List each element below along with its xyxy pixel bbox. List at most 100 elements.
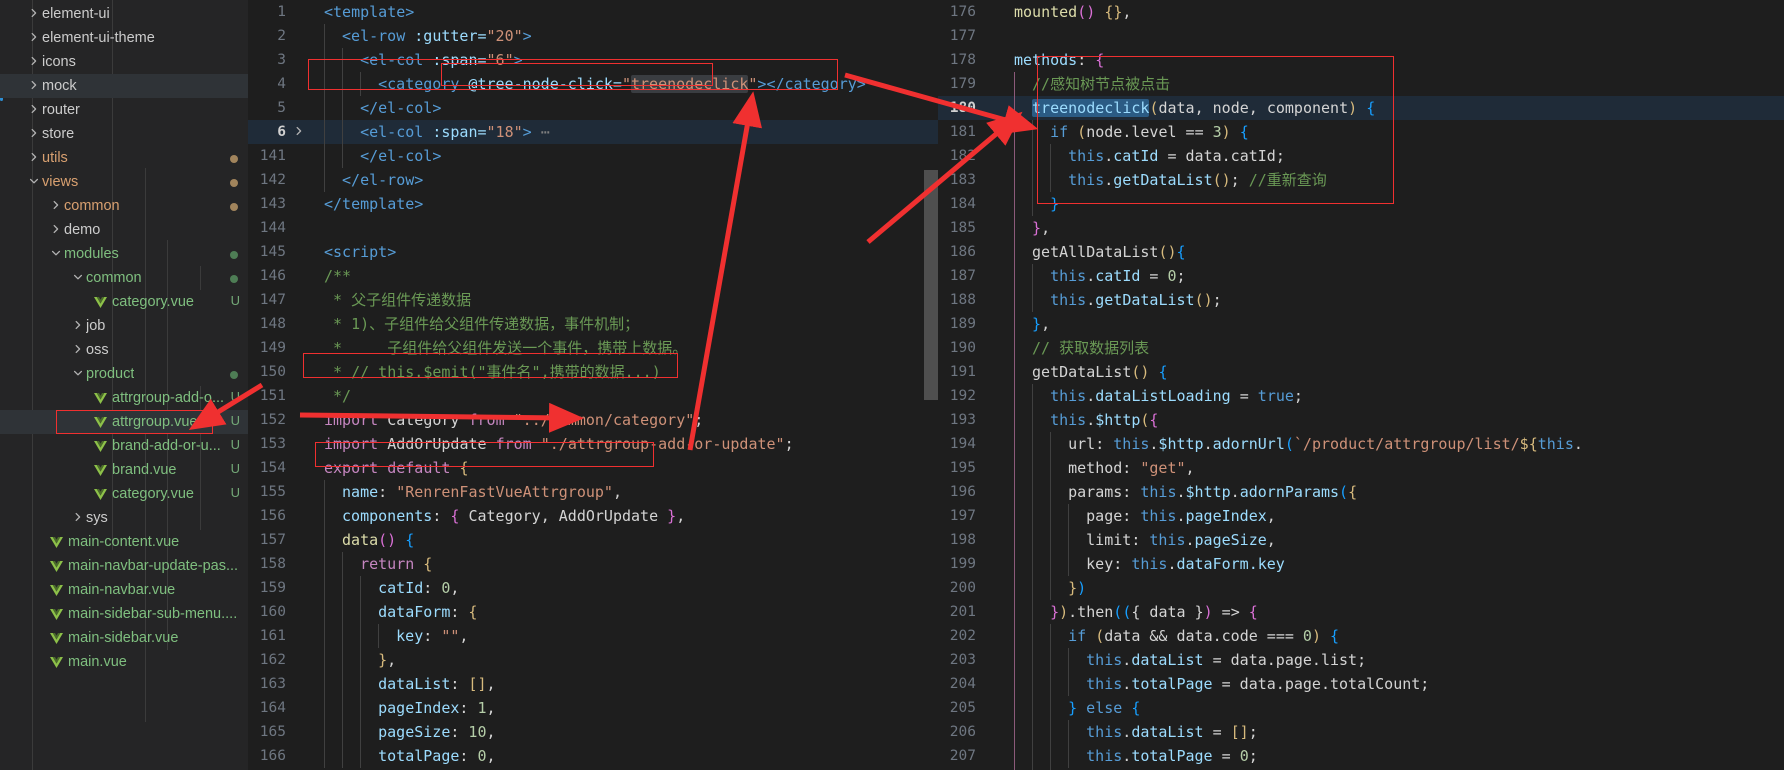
scrollbar-thumb[interactable]: [924, 170, 938, 400]
chevron-right-icon[interactable]: [70, 512, 86, 522]
code-line[interactable]: 206 this.dataList = [];: [938, 720, 1784, 744]
chevron-right-icon[interactable]: [26, 152, 42, 162]
code-line[interactable]: 177: [938, 24, 1784, 48]
left-editor-scrollbar[interactable]: [924, 0, 938, 770]
explorer-item-attrgroup-add-o-[interactable]: attrgroup-add-o... U: [0, 386, 248, 410]
code-line[interactable]: 190 // 获取数据列表: [938, 336, 1784, 360]
code-line[interactable]: 141 </el-col>: [248, 144, 938, 168]
code-line[interactable]: 150 * // this.$emit("事件名",携带的数据...): [248, 360, 938, 384]
code-line[interactable]: 155 name: "RenrenFastVueAttrgroup",: [248, 480, 938, 504]
code-line[interactable]: 181 if (node.level == 3) {: [938, 120, 1784, 144]
code-line[interactable]: 148 * 1)、子组件给父组件传递数据，事件机制；: [248, 312, 938, 336]
chevron-down-icon[interactable]: [70, 368, 86, 378]
explorer-item-store[interactable]: store: [0, 122, 248, 146]
editor-pane-right[interactable]: 176 mounted() {}, 177 178 methods: {179//感知树…: [938, 0, 1784, 770]
explorer-item-main-content-vue[interactable]: main-content.vue: [0, 530, 248, 554]
fold-chevron-icon[interactable]: [292, 120, 306, 144]
code-line[interactable]: 165 pageSize: 10,: [248, 720, 938, 744]
explorer-item-modules[interactable]: modules: [0, 242, 248, 266]
chevron-right-icon[interactable]: [26, 32, 42, 42]
code-line[interactable]: 166 totalPage: 0,: [248, 744, 938, 768]
code-line[interactable]: 149 * 子组件给父组件发送一个事件，携带上数据。: [248, 336, 938, 360]
chevron-down-icon[interactable]: [48, 248, 64, 258]
explorer-item-brand-vue[interactable]: brand.vue U: [0, 458, 248, 482]
code-line[interactable]: 201}).then(({ data }) => {: [938, 600, 1784, 624]
code-line[interactable]: 199 key: this.dataForm.key: [938, 552, 1784, 576]
code-line[interactable]: 154 export default {: [248, 456, 938, 480]
explorer-item-demo[interactable]: demo: [0, 218, 248, 242]
explorer-item-main-navbar-update-pas-[interactable]: main-navbar-update-pas...: [0, 554, 248, 578]
explorer-item-element-ui[interactable]: element-ui: [0, 2, 248, 26]
chevron-right-icon[interactable]: [26, 56, 42, 66]
code-line[interactable]: 5 </el-col>: [248, 96, 938, 120]
code-line[interactable]: 145 <script>: [248, 240, 938, 264]
code-line[interactable]: 178 methods: {: [938, 48, 1784, 72]
explorer-sidebar[interactable]: element-ui element-ui-theme icons mock route…: [0, 0, 248, 770]
explorer-item-element-ui-theme[interactable]: element-ui-theme: [0, 26, 248, 50]
code-line[interactable]: 156 components: { Category, AddOrUpdate }…: [248, 504, 938, 528]
explorer-item-main-vue[interactable]: main.vue: [0, 650, 248, 674]
code-line[interactable]: 163 dataList: [],: [248, 672, 938, 696]
chevron-down-icon[interactable]: [70, 272, 86, 282]
code-line[interactable]: 198 limit: this.pageSize,: [938, 528, 1784, 552]
explorer-item-oss[interactable]: oss: [0, 338, 248, 362]
code-line[interactable]: 143 </template>: [248, 192, 938, 216]
code-line[interactable]: 196 params: this.$http.adornParams({: [938, 480, 1784, 504]
code-line[interactable]: 164 pageIndex: 1,: [248, 696, 938, 720]
code-line[interactable]: 151 */: [248, 384, 938, 408]
code-line[interactable]: 158 return {: [248, 552, 938, 576]
explorer-item-mock[interactable]: mock: [0, 74, 248, 98]
explorer-item-common[interactable]: common: [0, 266, 248, 290]
code-line[interactable]: 176 mounted() {},: [938, 0, 1784, 24]
chevron-right-icon[interactable]: [70, 320, 86, 330]
code-line[interactable]: 191 getDataList() {: [938, 360, 1784, 384]
code-line[interactable]: 188 this.getDataList();: [938, 288, 1784, 312]
code-line[interactable]: 1 <template>: [248, 0, 938, 24]
code-line[interactable]: 207 this.totalPage = 0;: [938, 744, 1784, 768]
code-line[interactable]: 152 import Category from "../common/categ…: [248, 408, 938, 432]
explorer-item-common[interactable]: common: [0, 194, 248, 218]
code-line[interactable]: 184}: [938, 192, 1784, 216]
explorer-item-views[interactable]: views: [0, 170, 248, 194]
explorer-item-brand-add-or-u-[interactable]: brand-add-or-u... U: [0, 434, 248, 458]
code-line[interactable]: 204 this.totalPage = data.page.totalCount…: [938, 672, 1784, 696]
chevron-right-icon[interactable]: [26, 128, 42, 138]
code-line[interactable]: 6 <el-col :span="18"> ⋯: [248, 120, 938, 144]
code-line[interactable]: 146 /**: [248, 264, 938, 288]
explorer-item-icons[interactable]: icons: [0, 50, 248, 74]
explorer-item-main-sidebar-sub-menu-[interactable]: main-sidebar-sub-menu....: [0, 602, 248, 626]
code-line[interactable]: 200}): [938, 576, 1784, 600]
editor-pane-left[interactable]: 1 <template> 2 <el-row :gutter="20"> 3 <el-co…: [248, 0, 938, 770]
chevron-right-icon[interactable]: [26, 8, 42, 18]
code-line[interactable]: 153 import AddOrUpdate from "./attrgroup-…: [248, 432, 938, 456]
code-line[interactable]: 179 //感知树节点被点击: [938, 72, 1784, 96]
chevron-right-icon[interactable]: [70, 344, 86, 354]
code-line[interactable]: 197 page: this.pageIndex,: [938, 504, 1784, 528]
explorer-item-category-vue[interactable]: category.vue U: [0, 290, 248, 314]
chevron-right-icon[interactable]: [48, 224, 64, 234]
code-line[interactable]: 3 <el-col :span="6">: [248, 48, 938, 72]
code-line[interactable]: 192 this.dataListLoading = true;: [938, 384, 1784, 408]
code-line[interactable]: 182 this.catId = data.catId;: [938, 144, 1784, 168]
explorer-item-sys[interactable]: sys: [0, 506, 248, 530]
code-line[interactable]: 4 <category @tree-node-click="treenodecli…: [248, 72, 938, 96]
explorer-item-main-sidebar-vue[interactable]: main-sidebar.vue: [0, 626, 248, 650]
explorer-item-utils[interactable]: utils: [0, 146, 248, 170]
code-line[interactable]: 203 this.dataList = data.page.list;: [938, 648, 1784, 672]
explorer-item-category-vue[interactable]: category.vue U: [0, 482, 248, 506]
chevron-right-icon[interactable]: [26, 80, 42, 90]
code-line[interactable]: 193 this.$http({: [938, 408, 1784, 432]
explorer-item-job[interactable]: job: [0, 314, 248, 338]
explorer-item-router[interactable]: router: [0, 98, 248, 122]
explorer-item-product[interactable]: product: [0, 362, 248, 386]
chevron-right-icon[interactable]: [26, 104, 42, 114]
chevron-down-icon[interactable]: [26, 176, 42, 186]
code-line[interactable]: 194 url: this.$http.adornUrl(`/product/at…: [938, 432, 1784, 456]
code-line[interactable]: 185},: [938, 216, 1784, 240]
code-line[interactable]: 157 data() {: [248, 528, 938, 552]
code-line[interactable]: 159 catId: 0,: [248, 576, 938, 600]
code-line[interactable]: 195 method: "get",: [938, 456, 1784, 480]
code-line[interactable]: 183 this.getDataList(); //重新查询: [938, 168, 1784, 192]
code-line[interactable]: 161 key: "",: [248, 624, 938, 648]
code-line[interactable]: 144: [248, 216, 938, 240]
